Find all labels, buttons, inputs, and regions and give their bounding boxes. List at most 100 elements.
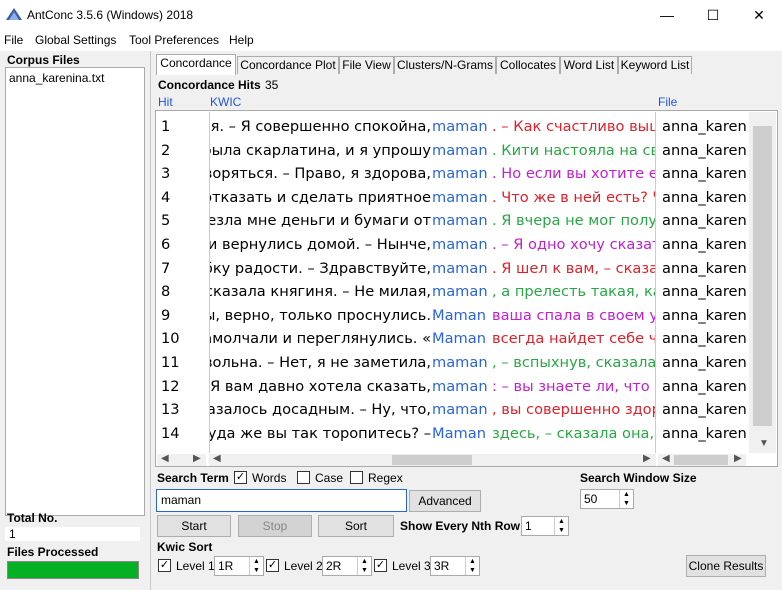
kwic-line[interactable]: ни вернулись домой. – Нынче, maman. – Я … [209,233,655,257]
kwic-keyword[interactable]: Maman [432,327,486,351]
advanced-button[interactable]: Advanced [409,490,481,512]
spinner-arrows-icon[interactable]: ▲ ▼ [554,517,568,535]
file-horizontal-scrollbar[interactable]: ◀ ▶ [658,453,746,466]
kwic-column-header[interactable]: KWIC [210,95,241,109]
spinner-arrows-icon[interactable]: ▲ ▼ [249,557,263,575]
kwic-keyword[interactable]: maman [432,398,488,422]
regex-checkbox-label[interactable]: Regex [368,471,403,485]
kwic-line[interactable]: ивезла мне деньги и бумаги от maman. Я в… [210,209,655,233]
level-1-checkbox[interactable]: ✓ [158,559,171,572]
total-no-value: 1 [5,527,140,541]
kwic-line[interactable]: ся. – Я совершенно спокойна, maman. – Ка… [210,115,656,139]
tab-collocates[interactable]: Collocates [496,56,560,74]
file-column-header[interactable]: File [658,95,677,109]
kwic-right-context: . – Как счастливо вышл [492,118,656,135]
hit-horizontal-scrollbar[interactable]: ◀ ▶ [157,453,206,466]
menu-file[interactable]: File [4,33,23,47]
kwic-line[interactable]: замолчали и переглянулись. « Maman всегд… [210,327,655,351]
scroll-right-arrow-icon[interactable]: ▶ [643,453,651,464]
kwic-line[interactable]: творяться. – Право, я здорова, maman. Но… [210,162,655,186]
kwic-line[interactable]: - сказала княгиня. – Не милая, maman, а … [210,280,655,304]
spinner-arrows-icon[interactable]: ▲ ▼ [465,557,479,575]
case-checkbox-label[interactable]: Case [315,471,343,485]
scroll-left-arrow-icon[interactable]: ◀ [662,453,670,464]
kwic-line[interactable]: – Я вам давно хотела сказать, maman: – в… [210,375,655,399]
vertical-scrollbar[interactable]: ▼ [749,112,776,453]
kwic-keyword[interactable]: maman [432,257,488,281]
words-checkbox-label[interactable]: Words [252,471,286,485]
kwic-horizontal-scroll-thumb[interactable] [392,455,472,465]
level-3-value[interactable]: 3R [434,559,449,573]
kwic-right-context: , а прелесть такая, каки [492,283,655,301]
kwic-left-context: овольна. – Нет, я не заметила, [209,354,431,371]
kwic-keyword[interactable]: maman [432,209,488,233]
level-2-checkbox[interactable]: ✓ [266,559,279,572]
stop-button[interactable]: Stop [238,515,312,537]
file-name: anna_karenina [662,236,746,253]
kwic-line[interactable]: Вы, верно, только проснулись. Maman ваша… [210,304,655,328]
kwic-keyword[interactable]: Maman [432,422,486,446]
case-checkbox[interactable] [297,471,310,484]
nth-row-spinner[interactable]: 1 ▲ ▼ [521,516,569,536]
kwic-column[interactable]: ся. – Я совершенно спокойна, maman. – Ка… [209,112,656,453]
regex-checkbox[interactable] [350,471,363,484]
scroll-left-arrow-icon[interactable]: ◀ [213,453,221,464]
level-2-value[interactable]: 2R [326,559,341,573]
kwic-horizontal-scrollbar[interactable]: ◀ ▶ [209,453,656,466]
kwic-keyword[interactable]: maman [432,233,488,257]
level-1-spinner[interactable]: 1R ▲ ▼ [214,556,264,576]
kwic-keyword[interactable]: maman [432,280,488,304]
kwic-line[interactable]: е отказать и сделать приятное maman. Что… [210,186,655,210]
spinner-arrows-icon[interactable]: ▲ ▼ [619,490,633,508]
menu-tool-preferences[interactable]: Tool Preferences [129,33,219,47]
menu-global-settings[interactable]: Global Settings [35,33,116,47]
scroll-right-arrow-icon[interactable]: ▶ [734,453,742,464]
tab-clusters-ngrams[interactable]: Clusters/N-Grams [394,56,496,74]
tab-keyword-list[interactable]: Keyword List [618,56,692,74]
kwic-keyword[interactable]: maman [432,115,488,139]
file-horizontal-scroll-thumb[interactable] [674,455,728,465]
level-2-spinner[interactable]: 2R ▲ ▼ [322,556,372,576]
spinner-arrows-icon[interactable]: ▲ ▼ [357,557,371,575]
scroll-left-arrow-icon[interactable]: ◀ [161,453,169,464]
nth-row-value[interactable]: 1 [525,519,532,533]
kwic-line[interactable]: Куда же вы так торопитесь? – Maman здесь… [210,422,655,446]
kwic-keyword[interactable]: maman [432,162,488,186]
tab-word-list[interactable]: Word List [560,56,618,74]
minimize-button[interactable]: — [644,0,690,31]
kwic-line[interactable]: я была скарлатина, и я упрошу maman. Кит… [210,139,655,163]
corpus-file-list[interactable]: anna_karenina.txt [5,67,145,516]
menu-help[interactable]: Help [229,33,254,47]
start-button[interactable]: Start [157,515,231,537]
kwic-keyword[interactable]: maman [432,139,488,163]
search-window-size-value[interactable]: 50 [584,492,597,506]
level-3-checkbox[interactable]: ✓ [374,559,387,572]
corpus-file-item[interactable]: anna_karenina.txt [9,71,104,85]
scroll-down-arrow-icon[interactable]: ▼ [759,438,769,449]
vertical-scroll-thumb[interactable] [753,126,772,426]
sort-button[interactable]: Sort [318,515,394,537]
tab-concordance[interactable]: Concordance [156,54,236,75]
kwic-line[interactable]: овольна. – Нет, я не заметила, maman, – … [209,351,656,375]
tab-concordance-plot[interactable]: Concordance Plot [237,56,339,74]
kwic-keyword[interactable]: maman [432,186,488,210]
hit-column-header[interactable]: Hit [158,95,173,109]
concordance-results[interactable]: 1 2 3 4 5 6 7 8 9 10 11 12 13 14 ся. – Я совершенно с… [155,110,778,467]
level-1-value[interactable]: 1R [218,559,233,573]
tab-file-view[interactable]: File View [339,56,394,74]
kwic-right-context: , – вспыхнув, сказала Ки [492,354,656,371]
kwic-keyword[interactable]: maman [432,351,488,375]
level-3-spinner[interactable]: 3R ▲ ▼ [430,556,480,576]
maximize-button[interactable]: ☐ [690,0,736,31]
kwic-keyword[interactable]: Maman [432,304,486,328]
kwic-line[interactable]: ыбку радости. – Здравствуйте, maman. Я ш… [210,257,655,281]
words-checkbox[interactable]: ✓ [234,471,247,484]
scroll-right-arrow-icon[interactable]: ▶ [193,453,201,464]
kwic-line[interactable]: казалось досадным. – Ну, что, maman, вы … [210,398,655,422]
search-term-input[interactable]: maman [156,489,407,512]
kwic-keyword[interactable]: maman [432,375,488,399]
search-window-size-spinner[interactable]: 50 ▲ ▼ [580,489,634,509]
clone-results-button[interactable]: Clone Results [686,555,766,577]
kwic-left-context: ни вернулись домой. – Нынче, [209,236,431,253]
close-button[interactable]: ✕ [736,0,782,31]
